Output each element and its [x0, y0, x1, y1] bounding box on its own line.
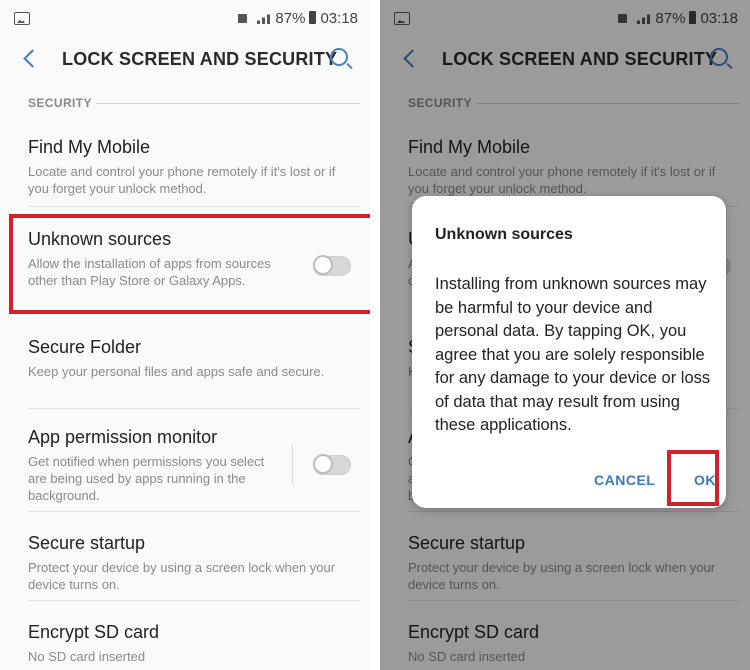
signal-icon: [257, 12, 274, 24]
ok-highlight-box: [667, 450, 719, 506]
setting-description: Get notified when permissions you select…: [28, 454, 265, 503]
setting-title: Find My Mobile: [28, 137, 151, 157]
setting-title: App permission monitor: [28, 427, 218, 447]
lock-status-icon: [238, 14, 248, 23]
clock: 03:18: [320, 10, 358, 27]
setting-description: Keep your personal files and apps safe a…: [28, 364, 325, 379]
status-bar: 87% 03:18: [0, 0, 370, 38]
setting-secure-startup[interactable]: Secure startup Protect your device by us…: [28, 533, 348, 593]
toggle-knob: [313, 454, 333, 474]
cancel-button[interactable]: CANCEL: [594, 472, 655, 488]
divider: [28, 206, 360, 207]
setting-app-permission-monitor[interactable]: App permission monitor Get notified when…: [28, 427, 283, 504]
page-title: LOCK SCREEN AND SECURITY: [62, 49, 338, 69]
dialog-title: Unknown sources: [435, 226, 573, 243]
app-bar: LOCK SCREEN AND SECURITY: [0, 38, 370, 84]
battery-percent: 87%: [275, 10, 306, 27]
section-divider: [96, 103, 360, 104]
section-header: SECURITY: [28, 96, 92, 110]
highlight-box: [9, 214, 370, 314]
setting-description: Protect your device by using a screen lo…: [28, 560, 336, 592]
right-screen: 87% 03:18 LOCK SCREEN AND SECURITY SECURI…: [380, 0, 750, 670]
battery-icon: [309, 11, 317, 24]
search-icon[interactable]: [330, 48, 348, 66]
setting-title: Encrypt SD card: [28, 622, 160, 642]
divider: [28, 408, 360, 409]
gallery-icon: [14, 12, 30, 25]
setting-find-my-mobile[interactable]: Find My Mobile Locate and control your p…: [28, 137, 348, 197]
divider: [28, 511, 360, 512]
divider: [28, 600, 360, 601]
app-permission-toggle[interactable]: [313, 454, 351, 475]
setting-description: Locate and control your phone remotely i…: [28, 164, 336, 196]
status-indicators: 87% 03:18: [238, 10, 358, 27]
setting-secure-folder[interactable]: Secure Folder Keep your personal files a…: [28, 337, 348, 380]
setting-title: Secure Folder: [28, 337, 142, 357]
dialog-message: Installing from unknown sources may be h…: [435, 275, 711, 434]
setting-encrypt-sd-card[interactable]: Encrypt SD card No SD card inserted: [28, 622, 348, 665]
setting-title: Secure startup: [28, 533, 146, 553]
left-screen: 87% 03:18 LOCK SCREEN AND SECURITY SECURI…: [0, 0, 370, 670]
back-icon[interactable]: [23, 49, 42, 68]
setting-description: No SD card inserted: [28, 649, 146, 664]
vertical-separator: [292, 445, 293, 485]
